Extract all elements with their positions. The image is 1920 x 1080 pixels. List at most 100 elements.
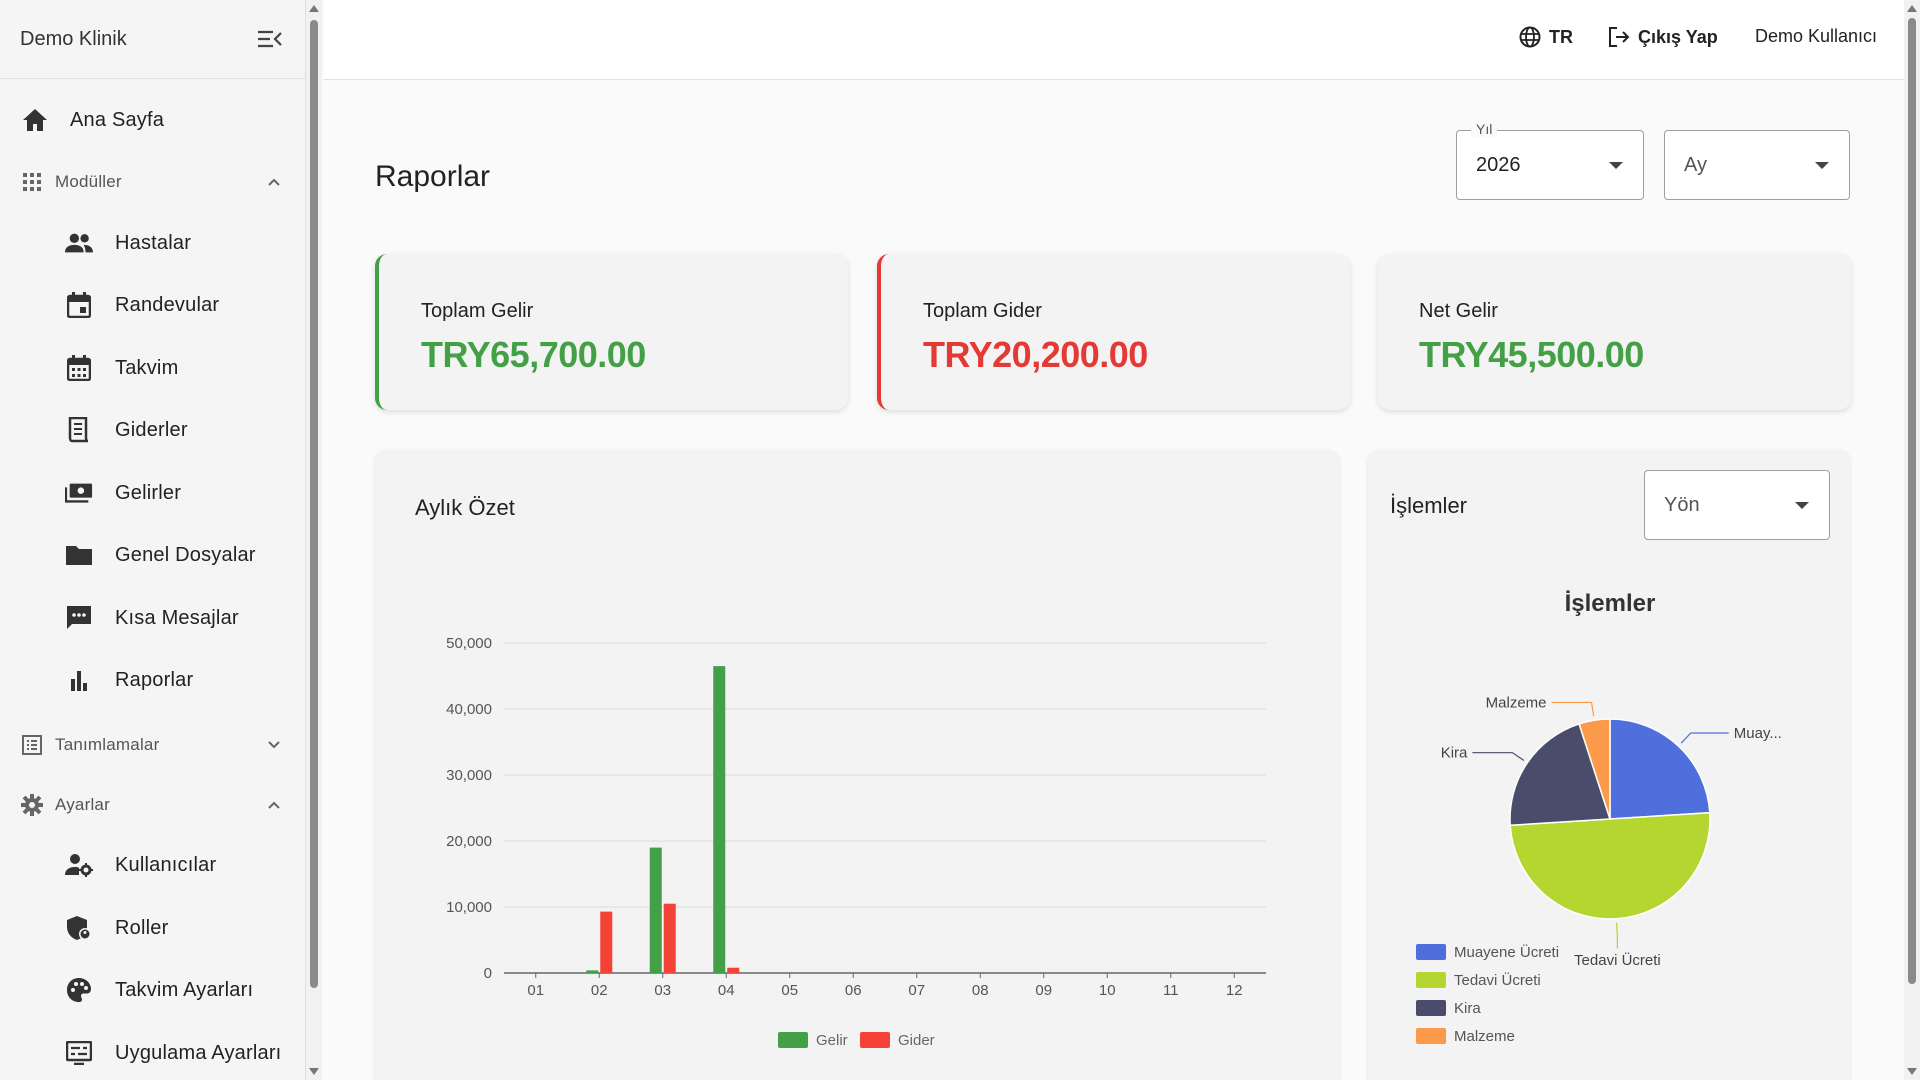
x-tick-label: 09	[1035, 982, 1052, 999]
page-scrollbar[interactable]	[1904, 0, 1920, 1080]
x-tick-label: 07	[908, 982, 925, 999]
folder-icon	[65, 541, 93, 569]
scrollbar-thumb[interactable]	[1908, 18, 1916, 984]
legend-label[interactable]: Tedavi Ücreti	[1454, 971, 1541, 989]
chevron-down-icon	[264, 735, 284, 755]
sidebar-item-label: Randevular	[115, 293, 220, 316]
sidebar-group-label: Tanımlamalar	[55, 735, 160, 754]
sidebar-item-patients[interactable]: Hastalar	[0, 215, 300, 271]
bar-gelir[interactable]	[713, 666, 726, 973]
legend-swatch	[1416, 1028, 1446, 1044]
sidebar-item-reports[interactable]: Raporlar	[0, 652, 300, 708]
year-select[interactable]: Yıl 2026	[1456, 121, 1644, 200]
sidebar-item-users[interactable]: Kullanıcılar	[0, 837, 300, 893]
people-icon	[65, 229, 93, 257]
pie-slice-label: Muay...	[1734, 725, 1782, 742]
sidebar-item-sms[interactable]: Kısa Mesajlar	[0, 590, 300, 646]
sidebar-item-app-settings[interactable]: Uygulama Ayarları	[0, 1025, 300, 1080]
y-tick-label: 20,000	[446, 833, 492, 850]
income-value: TRY65,700.00	[421, 334, 646, 375]
legend-swatch	[1416, 972, 1446, 988]
scrollbar-thumb[interactable]	[310, 20, 318, 988]
bar-gelir[interactable]	[586, 970, 599, 973]
net-card: Net Gelir TRY45,500.00	[1378, 254, 1851, 410]
calendar-month-icon	[65, 354, 93, 382]
sidebar-group-label: Modüller	[55, 172, 122, 191]
sidebar-item-label: Ana Sayfa	[70, 108, 165, 131]
list-alt-icon	[20, 731, 44, 759]
month-select[interactable]: Ay	[1664, 130, 1850, 200]
pie-leader-line	[1615, 922, 1619, 949]
sidebar-item-appointments[interactable]: Randevular	[0, 277, 300, 333]
net-value: TRY45,500.00	[1419, 334, 1644, 375]
sidebar-item-calendar[interactable]: Takvim	[0, 340, 300, 396]
x-tick-label: 05	[781, 982, 798, 999]
logout-button[interactable]: Çıkış Yap	[1608, 26, 1718, 48]
income-card: Toplam Gelir TRY65,700.00	[375, 254, 848, 410]
sidebar-header: Demo Klinik	[0, 0, 305, 79]
x-tick-label: 02	[591, 982, 608, 999]
scroll-up-arrow[interactable]	[309, 5, 319, 12]
palette-icon	[65, 976, 93, 1004]
sidebar-group-settings[interactable]: Ayarlar	[0, 777, 300, 833]
pie-slice[interactable]	[1609, 718, 1711, 820]
language-switcher[interactable]: TR	[1519, 26, 1573, 48]
bar-gider[interactable]	[600, 911, 613, 973]
sidebar-item-calendar-settings[interactable]: Takvim Ayarları	[0, 962, 300, 1018]
income-label: Toplam Gelir	[421, 300, 534, 322]
sidebar-item-label: Giderler	[115, 418, 188, 441]
sidebar-item-general-files[interactable]: Genel Dosyalar	[0, 527, 300, 583]
sidebar-item-label: Genel Dosyalar	[115, 543, 256, 566]
chevron-up-icon	[264, 795, 284, 815]
month-select-placeholder: Ay	[1684, 154, 1707, 176]
top-bar: TR Çıkış Yap Demo Kullanıcı	[324, 0, 1904, 80]
x-tick-label: 01	[527, 982, 544, 999]
x-tick-label: 03	[654, 982, 671, 999]
apps-grid-icon	[20, 168, 44, 196]
pie-slice-label: Malzeme	[1486, 694, 1547, 711]
x-tick-label: 12	[1226, 982, 1243, 999]
settings-input-icon	[65, 1039, 93, 1067]
legend-swatch	[778, 1032, 808, 1048]
pie-slice[interactable]	[1509, 811, 1711, 920]
logout-label: Çıkış Yap	[1638, 26, 1718, 47]
calendar-event-icon	[65, 291, 93, 319]
bar-gider[interactable]	[663, 903, 676, 973]
bar-gelir[interactable]	[649, 847, 662, 973]
scroll-down-arrow[interactable]	[1907, 1068, 1917, 1075]
sidebar-item-home[interactable]: Ana Sayfa	[0, 92, 300, 148]
legend-label[interactable]: Muayene Ücreti	[1454, 943, 1559, 961]
sidebar-item-expenses[interactable]: Giderler	[0, 402, 300, 458]
sidebar-item-roles[interactable]: Roller	[0, 900, 300, 956]
net-label: Net Gelir	[1419, 300, 1498, 322]
language-label: TR	[1549, 26, 1573, 47]
gear-icon	[20, 791, 44, 819]
x-tick-label: 11	[1163, 982, 1179, 999]
year-select-label: Yıl	[1471, 121, 1498, 137]
sidebar-item-incomes[interactable]: Gelirler	[0, 465, 300, 521]
sidebar: Demo Klinik Ana Sayfa Modüller Hastalar …	[0, 0, 306, 1080]
pie-slice-label: Tedavi Ücreti	[1574, 951, 1661, 969]
scroll-up-arrow[interactable]	[1907, 5, 1917, 12]
user-menu[interactable]: Demo Kullanıcı	[1755, 26, 1877, 47]
sidebar-group-definitions[interactable]: Tanımlamalar	[0, 717, 300, 773]
sidebar-scrollbar[interactable]	[306, 0, 322, 1080]
sidebar-item-label: Uygulama Ayarları	[115, 1041, 282, 1064]
sidebar-item-label: Roller	[115, 916, 169, 939]
dropdown-arrow-icon	[1815, 162, 1829, 169]
legend-swatch	[1416, 1000, 1446, 1016]
user-name: Demo Kullanıcı	[1755, 26, 1878, 46]
expense-card: Toplam Gider TRY20,200.00	[877, 254, 1350, 410]
collapse-menu-icon[interactable]	[257, 26, 283, 52]
monthly-bar-chart: 0 10,000 20,000 30,000 40,000 50,000 01 02 03 04 0…	[446, 635, 1266, 1049]
legend-label[interactable]: Kira	[1454, 1000, 1481, 1017]
sidebar-item-label: Raporlar	[115, 668, 194, 691]
bar-gider[interactable]	[727, 967, 740, 973]
pie-slice-label: Kira	[1441, 745, 1468, 762]
sidebar-group-modules[interactable]: Modüller	[0, 154, 300, 210]
legend-label[interactable]: Gelir	[816, 1032, 848, 1049]
receipt-icon	[65, 416, 93, 444]
scroll-down-arrow[interactable]	[309, 1068, 319, 1075]
legend-label[interactable]: Malzeme	[1454, 1028, 1515, 1045]
legend-label[interactable]: Gider	[898, 1032, 935, 1049]
